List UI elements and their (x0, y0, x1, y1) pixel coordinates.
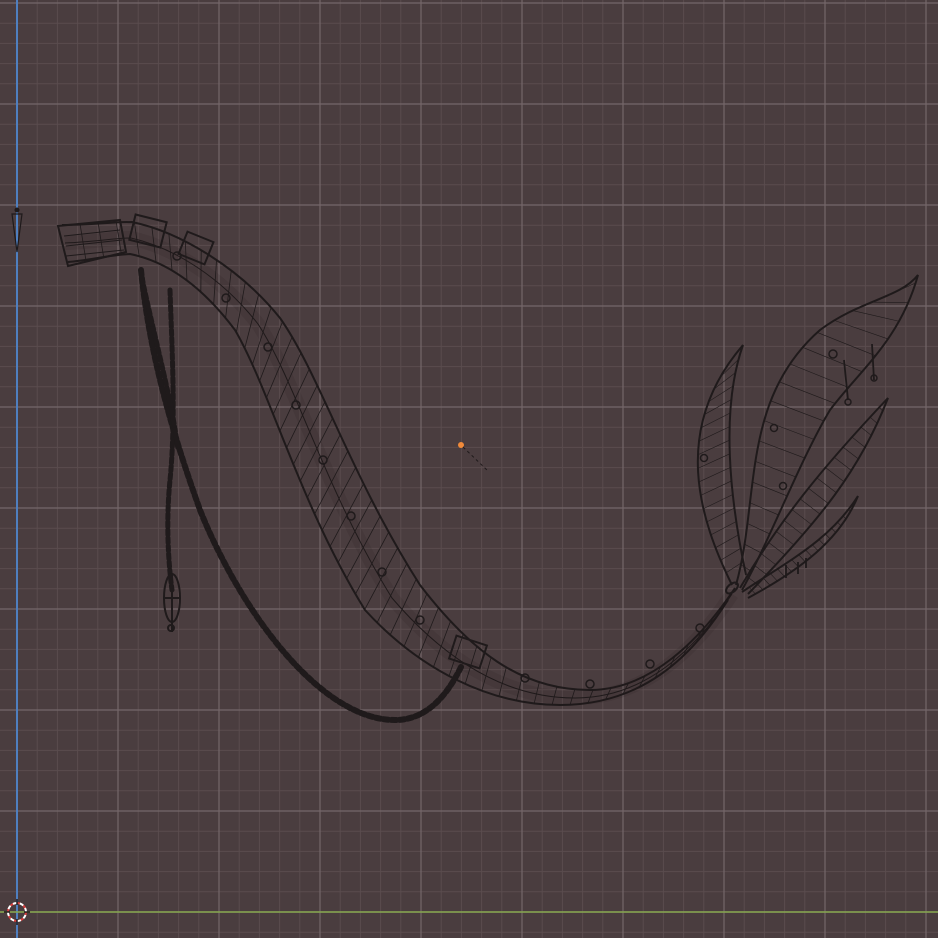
viewport-canvas[interactable] (0, 0, 938, 938)
viewport-background (0, 0, 938, 938)
3d-viewport[interactable] (0, 0, 938, 938)
